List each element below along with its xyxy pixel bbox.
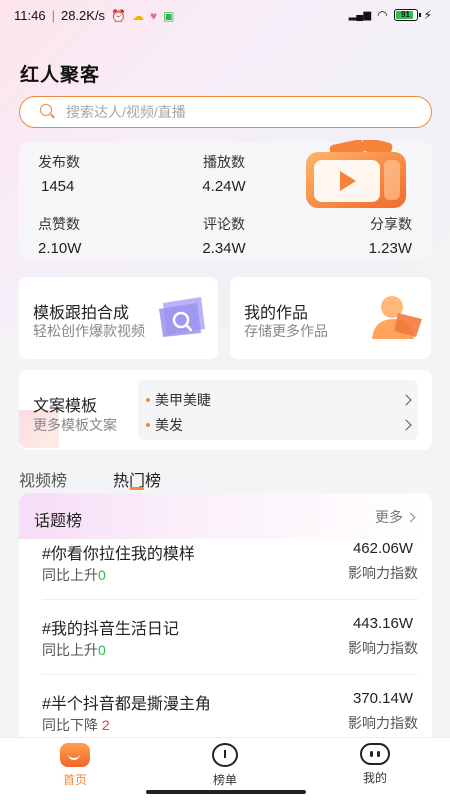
topic-score-label: 影响力指数 xyxy=(348,715,418,731)
status-bar: 11:46 | 28.2K/s ⏰ ☁ ♥ ▣ ▂▄▆ ◠ 91 ⚡ xyxy=(0,0,450,32)
chevron-right-icon xyxy=(400,394,412,406)
chevron-right-icon xyxy=(400,419,412,431)
app-notification-icon: ♥ xyxy=(150,8,158,23)
my-works-title: 我的作品 xyxy=(244,305,309,322)
profile-icon xyxy=(360,743,390,765)
nav-ranking[interactable]: 榜单 xyxy=(195,743,255,788)
status-separator: | xyxy=(51,8,55,23)
copy-template-title: 文案模板 xyxy=(33,398,98,415)
topic-trend: 同比下降 2 xyxy=(42,717,110,733)
row-divider xyxy=(42,674,418,675)
topic-score-label: 影响力指数 xyxy=(348,640,418,656)
search-icon xyxy=(40,104,56,120)
topic-score: 443.16W xyxy=(352,615,413,632)
weather-icon: ☁ xyxy=(132,8,145,23)
topic-trend: 同比上升0 xyxy=(42,567,106,583)
trend-value: 0 xyxy=(98,642,106,658)
video-tv-icon xyxy=(306,140,406,208)
status-time: 11:46 xyxy=(14,8,46,23)
topic-name: #半个抖音都是撕漫主角 xyxy=(42,696,211,713)
stat-plays: 播放数 4.24W xyxy=(202,154,246,195)
topic-score: 462.06W xyxy=(352,540,413,557)
stat-comments: 评论数 2.34W xyxy=(202,216,246,257)
status-speed: 28.2K/s xyxy=(60,8,106,23)
chevron-right-icon xyxy=(405,512,416,522)
topic-row[interactable]: #你看你拉住我的模样 同比上升0 462.06W 影响力指数 xyxy=(19,540,432,615)
template-shoot-subtitle: 轻松创作爆款视频 xyxy=(33,323,145,339)
nav-home[interactable]: 首页 xyxy=(45,743,105,788)
trend-value: 2 xyxy=(101,717,110,733)
user-works-icon xyxy=(372,296,422,339)
template-shoot-card[interactable]: 模板跟拍合成 轻松创作爆款视频 xyxy=(19,277,218,359)
topic-name: #你看你拉住我的模样 xyxy=(42,546,195,563)
my-works-card[interactable]: 我的作品 存储更多作品 xyxy=(230,277,431,359)
search-input[interactable] xyxy=(66,104,396,120)
wifi-icon: ◠ xyxy=(377,8,388,22)
trend-value: 0 xyxy=(98,567,106,583)
copy-template-item[interactable]: 美甲美睫 xyxy=(146,390,412,410)
my-works-subtitle: 存储更多作品 xyxy=(244,323,328,339)
copy-template-card[interactable]: 文案模板 更多模板文案 美甲美睫 美发 xyxy=(19,370,432,450)
search-bar[interactable] xyxy=(19,96,432,128)
battery-icon: 91 xyxy=(393,9,421,21)
template-shoot-title: 模板跟拍合成 xyxy=(33,305,130,322)
topic-score-label: 影响力指数 xyxy=(348,565,418,581)
active-tab-indicator xyxy=(130,487,144,490)
topic-trend: 同比上升0 xyxy=(42,642,106,658)
bullet-icon xyxy=(146,423,150,427)
topic-ranking-title: 话题榜 xyxy=(34,513,83,530)
topic-name: #我的抖音生活日记 xyxy=(42,621,179,638)
alarm-icon: ⏰ xyxy=(111,8,127,23)
home-indicator xyxy=(146,790,306,794)
app-title: 红人聚客 xyxy=(20,65,101,86)
signal-icon: ▂▄▆ xyxy=(348,9,372,21)
stat-shares: 分享数 1.23W xyxy=(368,216,412,257)
copy-template-list: 美甲美睫 美发 xyxy=(138,380,418,440)
template-search-icon xyxy=(159,297,205,337)
row-divider xyxy=(42,599,418,600)
topic-ranking-panel: 话题榜 更多 #你看你拉住我的模样 同比上升0 462.06W 影响力指数 #我… xyxy=(19,493,432,753)
stat-likes: 点赞数 2.10W xyxy=(38,216,82,257)
bullet-icon xyxy=(146,398,150,402)
home-icon xyxy=(60,743,90,767)
wechat-icon: ▣ xyxy=(163,8,175,23)
nav-profile[interactable]: 我的 xyxy=(345,743,405,786)
stat-publish: 发布数 1454 xyxy=(38,154,80,195)
topic-row[interactable]: #我的抖音生活日记 同比上升0 443.16W 影响力指数 xyxy=(19,615,432,690)
ranking-icon xyxy=(212,743,238,767)
topic-more-button[interactable]: 更多 xyxy=(375,507,416,527)
topic-score: 370.14W xyxy=(352,690,413,707)
charging-icon: ⚡ xyxy=(423,8,432,22)
copy-template-subtitle: 更多模板文案 xyxy=(33,417,117,433)
copy-template-item[interactable]: 美发 xyxy=(146,415,412,435)
tab-video-rank[interactable]: 视频榜 xyxy=(19,467,67,491)
